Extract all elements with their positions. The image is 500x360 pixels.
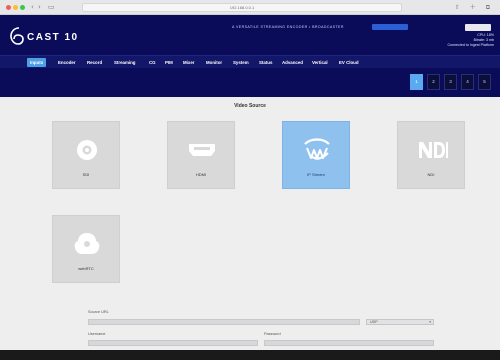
video-source-hdmi[interactable]: HDMI — [167, 121, 235, 189]
source-url-input[interactable] — [88, 319, 360, 325]
step-1[interactable]: 1 — [410, 74, 423, 90]
header-highlight-badge — [372, 24, 408, 30]
back-arrow-icon[interactable]: ‹ — [31, 3, 34, 12]
nav-item-inputs[interactable]: Inputs — [27, 58, 47, 67]
nav-item-mixer[interactable]: Mixer — [180, 58, 197, 67]
username-input[interactable] — [88, 340, 258, 346]
step-4[interactable]: 4 — [461, 74, 474, 90]
nav-item-cg[interactable]: CG — [146, 58, 159, 67]
status-connection: Connected to Ingest Platform — [447, 43, 494, 47]
tile-label-webrtc: webRTC — [78, 266, 94, 271]
main-nav: Inputs Encoder Record Streaming CG PIM M… — [0, 55, 500, 68]
account-button[interactable] — [465, 24, 491, 31]
step-3[interactable]: 3 — [444, 74, 457, 90]
nav-item-status[interactable]: Status — [256, 58, 275, 67]
sidebar-icon[interactable]: ▭ — [48, 3, 55, 12]
tile-label-sdi: SDI — [82, 172, 90, 177]
hdmi-icon — [189, 144, 215, 156]
section-title: Video Source — [234, 103, 266, 109]
browser-toolbar: ‹ › ▭ 192.168.0.0.1 ⇧ ＋ ⧉ — [0, 0, 500, 15]
video-source-sdi[interactable]: SDI — [52, 121, 120, 189]
main-content: Video Source SDI HDMI IP Stream NDI webR… — [0, 97, 500, 360]
tile-label-ndi: NDI — [427, 172, 435, 177]
logo-icon — [10, 27, 24, 45]
password-input[interactable] — [264, 340, 434, 346]
nav-item-advanced[interactable]: Advanced — [279, 58, 306, 67]
bottom-bar — [0, 350, 500, 360]
video-source-ndi[interactable]: NDI — [397, 121, 465, 189]
close-window-button[interactable] — [6, 5, 11, 10]
forward-arrow-icon[interactable]: › — [38, 3, 41, 12]
ndi-icon — [419, 142, 448, 158]
step-2[interactable]: 2 — [427, 74, 440, 90]
address-bar-url: 192.168.0.0.1 — [229, 5, 255, 10]
username-label: Username — [88, 332, 106, 336]
nav-item-monitor[interactable]: Monitor — [203, 58, 225, 67]
sdi-icon — [77, 140, 97, 160]
source-url-label: Source URL — [88, 310, 109, 314]
status-bitrate: Bitrate: 3 mb — [473, 38, 494, 42]
nav-item-ev-cloud[interactable]: EV Cloud — [336, 58, 362, 67]
header-tagline: A VERSATILE STREAMING ENCODER • BROADCAS… — [232, 25, 344, 29]
video-source-ip-stream[interactable]: IP Stream — [282, 121, 350, 189]
password-label: Password — [264, 332, 281, 336]
tile-label-hdmi: HDMI — [195, 172, 207, 177]
nav-item-record[interactable]: Record — [84, 58, 105, 67]
video-source-webrtc[interactable]: webRTC — [52, 215, 120, 283]
protocol-select-value: UDP — [370, 320, 378, 324]
address-bar[interactable]: 192.168.0.0.1 — [82, 3, 402, 12]
ip-stream-icon — [304, 138, 330, 160]
chevron-down-icon: ▾ — [429, 320, 431, 324]
status-cpu: CPU: 18% — [477, 33, 494, 37]
minimize-window-button[interactable] — [13, 5, 18, 10]
protocol-select[interactable]: UDP ▾ — [366, 319, 434, 325]
step-5[interactable]: 5 — [478, 74, 491, 90]
nav-item-vertical[interactable]: Vertical — [309, 58, 331, 67]
nav-item-pim[interactable]: PIM — [162, 58, 176, 67]
step-indicator: 1 2 3 4 5 — [0, 68, 500, 97]
browser-action-icons[interactable]: ⇧ ＋ ⧉ — [455, 2, 494, 12]
logo-text: CAST 10 — [27, 32, 79, 43]
tile-label-ip-stream: IP Stream — [307, 172, 325, 177]
maximize-window-button[interactable] — [20, 5, 25, 10]
nav-item-streaming[interactable]: Streaming — [111, 58, 138, 67]
webrtc-icon — [74, 233, 100, 254]
nav-item-encoder[interactable]: Encoder — [55, 58, 79, 67]
nav-item-system[interactable]: System — [230, 58, 252, 67]
app-header: CAST 10 A VERSATILE STREAMING ENCODER • … — [0, 15, 500, 55]
